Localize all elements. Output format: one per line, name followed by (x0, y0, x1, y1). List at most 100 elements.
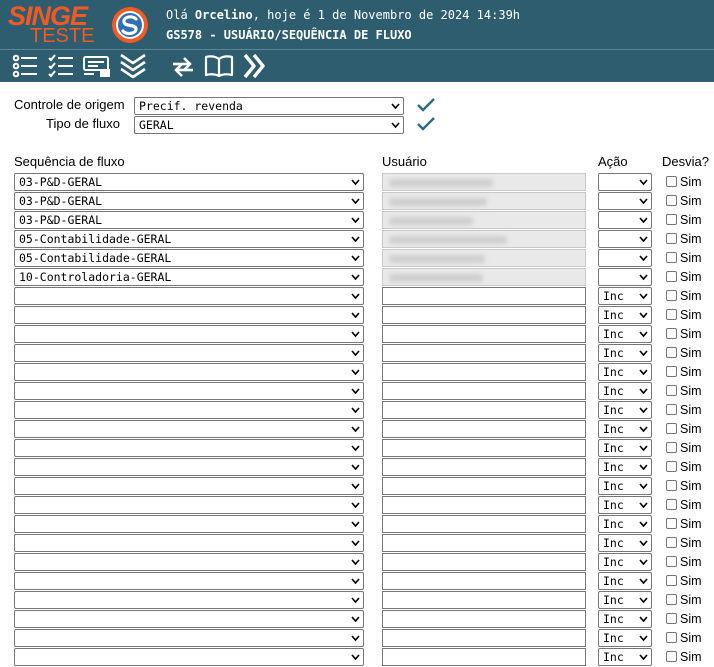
desvia-checkbox[interactable] (666, 195, 677, 206)
desvia-checkbox[interactable] (666, 575, 677, 586)
desvia-checkbox[interactable] (666, 499, 677, 510)
sequencia-select[interactable]: 05-Contabilidade-GERAL (14, 249, 364, 267)
sequencia-select[interactable]: 03-P&D-GERAL (14, 211, 364, 229)
usuario-input[interactable] (382, 325, 586, 343)
sequencia-select[interactable] (14, 534, 364, 552)
chevrons-down-icon[interactable] (118, 53, 148, 79)
sequencia-select[interactable]: 10-Controladoria-GERAL (14, 268, 364, 286)
sequencia-select[interactable] (14, 439, 364, 457)
usuario-input[interactable] (382, 553, 586, 571)
desvia-checkbox[interactable] (666, 404, 677, 415)
sequencia-select[interactable] (14, 610, 364, 628)
acao-select[interactable]: Inc (598, 439, 652, 457)
sequencia-select[interactable] (14, 477, 364, 495)
acao-select[interactable]: Inc (598, 629, 652, 647)
usuario-input[interactable] (382, 173, 586, 191)
acao-select[interactable] (598, 230, 652, 248)
checklist-icon[interactable] (46, 53, 76, 79)
sequencia-select[interactable] (14, 553, 364, 571)
sequencia-select[interactable] (14, 591, 364, 609)
sequencia-select[interactable] (14, 325, 364, 343)
usuario-input[interactable] (382, 648, 586, 666)
acao-select[interactable]: Inc (598, 287, 652, 305)
usuario-input[interactable] (382, 496, 586, 514)
sequencia-select[interactable] (14, 420, 364, 438)
acao-select[interactable] (598, 211, 652, 229)
tipo-select[interactable]: GERAL (134, 116, 404, 134)
usuario-input[interactable] (382, 344, 586, 362)
acao-select[interactable]: Inc (598, 572, 652, 590)
usuario-input[interactable] (382, 534, 586, 552)
acao-select[interactable] (598, 268, 652, 286)
usuario-input[interactable] (382, 268, 586, 286)
sequencia-select[interactable]: 05-Contabilidade-GERAL (14, 230, 364, 248)
sequencia-select[interactable] (14, 363, 364, 381)
sequencia-select[interactable] (14, 306, 364, 324)
desvia-checkbox[interactable] (666, 613, 677, 624)
origem-select[interactable]: Precif. revenda (134, 97, 404, 115)
acao-select[interactable]: Inc (598, 325, 652, 343)
desvia-checkbox[interactable] (666, 537, 677, 548)
usuario-input[interactable] (382, 477, 586, 495)
acao-select[interactable]: Inc (598, 363, 652, 381)
desvia-checkbox[interactable] (666, 252, 677, 263)
sequencia-select[interactable] (14, 458, 364, 476)
desvia-checkbox[interactable] (666, 594, 677, 605)
sequencia-select[interactable] (14, 382, 364, 400)
acao-select[interactable] (598, 249, 652, 267)
acao-select[interactable]: Inc (598, 648, 652, 666)
acao-select[interactable]: Inc (598, 610, 652, 628)
desvia-checkbox[interactable] (666, 347, 677, 358)
acao-select[interactable] (598, 192, 652, 210)
desvia-checkbox[interactable] (666, 423, 677, 434)
desvia-checkbox[interactable] (666, 518, 677, 529)
usuario-input[interactable] (382, 306, 586, 324)
sequencia-select[interactable]: 03-P&D-GERAL (14, 173, 364, 191)
usuario-input[interactable] (382, 211, 586, 229)
usuario-input[interactable] (382, 610, 586, 628)
acao-select[interactable]: Inc (598, 382, 652, 400)
desvia-checkbox[interactable] (666, 271, 677, 282)
sequencia-select[interactable]: 03-P&D-GERAL (14, 192, 364, 210)
desvia-checkbox[interactable] (666, 309, 677, 320)
usuario-input[interactable] (382, 591, 586, 609)
usuario-input[interactable] (382, 515, 586, 533)
desvia-checkbox[interactable] (666, 233, 677, 244)
form-icon[interactable] (82, 53, 112, 79)
sequencia-select[interactable] (14, 515, 364, 533)
desvia-checkbox[interactable] (666, 328, 677, 339)
sequencia-select[interactable] (14, 572, 364, 590)
desvia-checkbox[interactable] (666, 480, 677, 491)
sequencia-select[interactable] (14, 401, 364, 419)
usuario-input[interactable] (382, 192, 586, 210)
desvia-checkbox[interactable] (666, 290, 677, 301)
acao-select[interactable]: Inc (598, 401, 652, 419)
acao-select[interactable]: Inc (598, 306, 652, 324)
acao-select[interactable]: Inc (598, 458, 652, 476)
confirm-origem-icon[interactable] (416, 97, 436, 113)
list-icon[interactable] (10, 53, 40, 79)
sequencia-select[interactable] (14, 287, 364, 305)
usuario-input[interactable] (382, 401, 586, 419)
acao-select[interactable]: Inc (598, 553, 652, 571)
book-icon[interactable] (204, 53, 234, 79)
usuario-input[interactable] (382, 439, 586, 457)
acao-select[interactable]: Inc (598, 420, 652, 438)
usuario-input[interactable] (382, 287, 586, 305)
usuario-input[interactable] (382, 458, 586, 476)
acao-select[interactable]: Inc (598, 496, 652, 514)
usuario-input[interactable] (382, 249, 586, 267)
acao-select[interactable]: Inc (598, 477, 652, 495)
desvia-checkbox[interactable] (666, 632, 677, 643)
desvia-checkbox[interactable] (666, 214, 677, 225)
usuario-input[interactable] (382, 629, 586, 647)
chevrons-right-icon[interactable] (240, 53, 270, 79)
usuario-input[interactable] (382, 363, 586, 381)
desvia-checkbox[interactable] (666, 385, 677, 396)
sequencia-select[interactable] (14, 648, 364, 666)
usuario-input[interactable] (382, 572, 586, 590)
sequencia-select[interactable] (14, 496, 364, 514)
usuario-input[interactable] (382, 382, 586, 400)
acao-select[interactable]: Inc (598, 591, 652, 609)
desvia-checkbox[interactable] (666, 651, 677, 662)
